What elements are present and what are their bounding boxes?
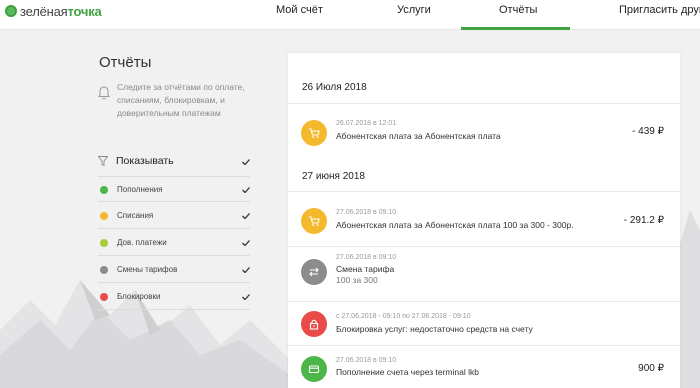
check-icon [242,187,250,193]
transaction-title: Смена тарифа [336,264,395,274]
filter-header[interactable]: Показывать [98,153,250,173]
transaction-row[interactable]: 27.06.2018 в 09:10 Смена тарифа 100 за 3… [288,251,680,301]
filter-item-label: Блокировки [117,292,161,301]
divider [288,103,680,104]
transaction-row[interactable]: 26.07.2018 в 12:01 Абонентская плата за … [288,111,680,161]
check-icon [242,159,250,165]
transaction-row[interactable]: с 27.06.2018 - 09:10 по 27.06.2018 - 09:… [288,305,680,355]
nav-my-account[interactable]: Мой счёт [276,4,323,16]
status-dot [100,239,108,247]
check-icon [242,240,250,246]
swap-arrows-icon [301,259,327,285]
filter-item-topups[interactable]: Пополнения [98,176,250,202]
lock-icon [301,311,327,337]
transaction-title: Абонентская плата за Абонентская плата [336,131,501,141]
date-heading: 27 июня 2018 [302,171,365,182]
funnel-icon [98,156,108,166]
background-mountains-right [678,210,700,388]
transaction-timestamp: 26.07.2018 в 12:01 [336,120,397,127]
divider [288,345,680,346]
card-icon [301,356,327,382]
filter-item-label: Пополнения [117,185,163,194]
transaction-timestamp: 27.06.2018 в 09:10 [336,209,397,216]
filter-show-label: Показывать [116,155,174,167]
cart-icon [301,120,327,146]
transaction-title: Блокировка услуг: недостаточно средств н… [336,324,533,334]
transaction-row[interactable]: 27.06.2018 в 09:10 Пополнение счета чере… [288,351,680,388]
filter-item-blocks[interactable]: Блокировки [98,284,250,310]
transaction-amount: - 291.2 ₽ [623,215,664,226]
nav-invite-friend[interactable]: Пригласить друга [619,4,700,16]
filter-item-label: Дов. платежи [117,238,167,247]
top-navigation-bar: зелёная точка Мой счёт Услуги Отчёты При… [0,0,700,30]
filter-item-label: Списания [117,211,154,220]
date-heading: 26 Июля 2018 [302,82,367,93]
check-icon [242,213,250,219]
page-title: Отчёты [99,54,152,71]
status-dot [100,266,108,274]
transaction-timestamp: с 27.06.2018 - 09:10 по 27.06.2018 - 09:… [336,313,471,320]
brand-logo[interactable]: зелёная точка [5,3,102,19]
filter-item-trust-payments[interactable]: Дов. платежи [98,230,250,256]
transaction-timestamp: 27.06.2018 в 09:10 [336,357,397,364]
filter-item-tariff-changes[interactable]: Смены тарифов [98,257,250,283]
cart-icon [301,208,327,234]
status-dot [100,293,108,301]
transaction-amount: - 439 ₽ [632,126,664,137]
transaction-amount: 900 ₽ [638,363,664,374]
transaction-title: Пополнение счета через terminal lkb [336,367,479,377]
divider [288,191,680,192]
nav-reports[interactable]: Отчёты [499,4,537,16]
status-dot [100,212,108,220]
filter-item-label: Смены тарифов [117,265,178,274]
check-icon [242,267,250,273]
check-icon [242,294,250,300]
transaction-subtitle: 100 за 300 [336,275,378,285]
active-tab-indicator [461,27,570,30]
logo-circle-icon [5,5,17,17]
divider [288,301,680,302]
divider [288,246,680,247]
status-dot [100,186,108,194]
reports-description: Следите за отчётами по оплате, списаниям… [117,82,245,118]
logo-text-part1: зелёная [20,3,68,19]
nav-services[interactable]: Услуги [397,4,431,16]
filter-item-charges[interactable]: Списания [98,203,250,229]
transaction-title: Абонентская плата за Абонентская плата 1… [336,220,574,230]
report-card: 26 Июля 2018 26.07.2018 в 12:01 Абонентс… [288,53,680,388]
bell-icon [98,86,110,100]
logo-text-part2: точка [67,3,102,19]
transaction-timestamp: 27.06.2018 в 09:10 [336,254,397,261]
